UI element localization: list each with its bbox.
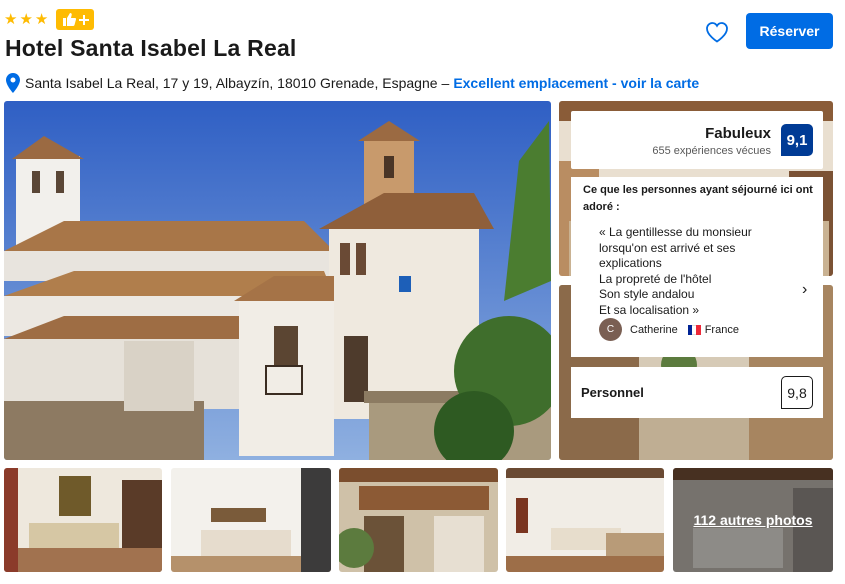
thumbnail-photo[interactable]: 112 autres photos <box>673 468 833 572</box>
thumbs-up-plus-icon[interactable] <box>56 9 95 30</box>
main-photo[interactable] <box>4 101 551 460</box>
star-icon: ★ <box>19 10 33 28</box>
reviewer: C Catherine France <box>599 318 739 341</box>
more-photos-link[interactable]: 112 autres photos <box>673 468 833 572</box>
staff-score: 9,8 <box>781 376 813 409</box>
review-count: 655 expériences vécues <box>652 145 771 157</box>
score-badge: 9,1 <box>781 124 813 156</box>
featured-review: Ce que les personnes ayant séjourné ici … <box>571 177 823 357</box>
reviewer-country: France <box>704 323 739 336</box>
reserve-button[interactable]: Réserver <box>746 13 833 49</box>
star-icon: ★ <box>34 10 49 28</box>
map-link[interactable]: Excellent emplacement - voir la carte <box>453 75 699 91</box>
address-row: Santa Isabel La Real, 17 y 19, Albayzín,… <box>6 73 699 93</box>
review-quote-line: La propreté de l'hôtel <box>599 271 712 286</box>
hotel-address: Santa Isabel La Real, 17 y 19, Albayzín,… <box>25 75 438 91</box>
staff-rating: Personnel 9,8 <box>571 367 823 418</box>
thumbnail-photo[interactable] <box>506 468 664 572</box>
review-quote-line: « La gentillesse du monsieur <box>599 225 752 239</box>
star-rating: ★ ★ ★ <box>4 9 95 30</box>
france-flag-icon <box>687 324 701 335</box>
staff-label: Personnel <box>581 385 644 400</box>
heart-icon[interactable] <box>705 21 729 43</box>
reviewer-name: Catherine <box>630 323 678 336</box>
star-icon: ★ <box>4 10 18 28</box>
chevron-right-icon[interactable]: › <box>802 281 807 299</box>
review-quote-line: Et sa localisation » <box>599 302 700 317</box>
thumbnail-photo[interactable] <box>4 468 162 572</box>
avatar: C <box>599 318 622 341</box>
review-quote-line: Son style andalou <box>599 287 695 301</box>
review-quote-line: lorsqu'on est arrivé et ses <box>599 240 736 255</box>
review-quote: « La gentillesse du monsieur lorsqu'on e… <box>599 225 799 318</box>
thumbnail-photo[interactable] <box>171 468 331 572</box>
review-quote-line: explications <box>599 256 662 270</box>
review-heading: Ce que les personnes ayant séjourné ici … <box>583 184 813 213</box>
rating-word: Fabuleux <box>705 125 771 142</box>
thumbnail-photo[interactable] <box>339 468 498 572</box>
hotel-title: Hotel Santa Isabel La Real <box>5 35 297 61</box>
address-separator: – <box>441 75 450 91</box>
map-pin-icon <box>6 73 20 93</box>
rating-summary[interactable]: Fabuleux 655 expériences vécues 9,1 <box>571 111 823 169</box>
